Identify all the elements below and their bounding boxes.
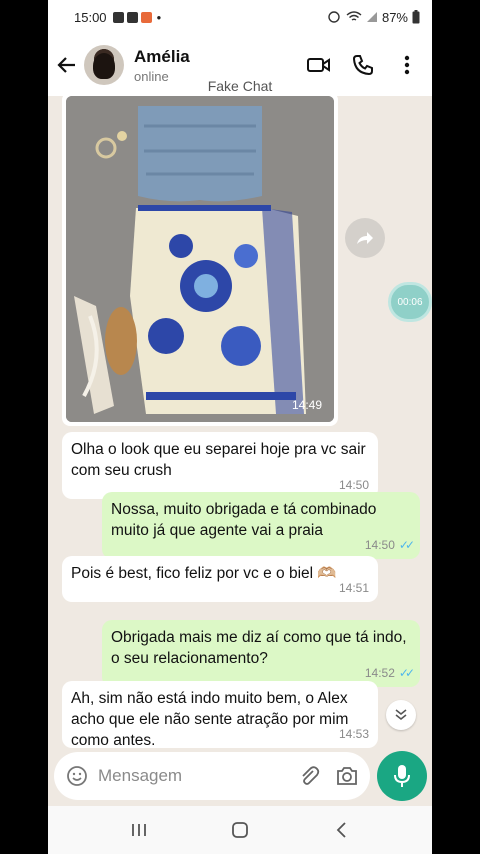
fake-chat-watermark: Fake Chat: [207, 78, 273, 94]
camera-icon: [337, 767, 357, 785]
outfit-photo[interactable]: 14:49: [66, 96, 334, 422]
double-chevron-down-icon: [395, 709, 407, 721]
message-bubble-outgoing[interactable]: Nossa, muito obrigada e tá combinado mui…: [102, 492, 420, 559]
message-bubble-outgoing[interactable]: Obrigada mais me diz aí como que tá indo…: [102, 620, 420, 687]
system-navigation-bar: [48, 806, 432, 854]
camera-button[interactable]: [334, 763, 360, 789]
more-vertical-icon: [404, 55, 410, 75]
wifi-icon: [346, 11, 362, 21]
battery-percent: 87%: [381, 9, 408, 25]
contact-name: Amélia: [134, 46, 190, 66]
message-text: Olha o look que eu separei hoje pra vc s…: [71, 441, 366, 479]
alarm-icon: [328, 11, 340, 23]
emoji-icon: [67, 766, 87, 786]
chevron-left-icon: [337, 822, 346, 838]
facebook-icon: [112, 11, 124, 23]
image-timestamp: 14:49: [291, 398, 322, 412]
read-receipt-icon: ✓✓: [398, 538, 415, 552]
recording-timer-badge: 00:06: [388, 282, 432, 322]
home-button[interactable]: [220, 810, 260, 850]
forward-button[interactable]: [345, 218, 385, 258]
outfit-illustration: [66, 96, 334, 422]
voice-message-button[interactable]: [377, 751, 427, 801]
message-time: 14:53: [338, 727, 369, 741]
scroll-to-bottom-button[interactable]: [386, 700, 416, 730]
message-input[interactable]: [98, 766, 288, 786]
message-text: Pois é best, fico feliz por vc e o biel …: [71, 565, 337, 582]
image-message[interactable]: 14:49: [62, 92, 338, 426]
message-text: Nossa, muito obrigada e tá combinado mui…: [111, 501, 377, 539]
video-call-button[interactable]: [304, 50, 334, 80]
recent-apps-icon: [131, 824, 146, 836]
video-camera-icon: [307, 58, 330, 72]
message-composer: [54, 752, 370, 800]
read-receipt-icon: ✓✓: [398, 666, 415, 680]
message-bubble-incoming[interactable]: Pois é best, fico feliz por vc e o biel …: [62, 556, 378, 602]
more-notifications-icon: ●: [156, 12, 162, 22]
message-text: Ah, sim não está indo muito bem, o Alex …: [71, 690, 349, 748]
arrow-left-icon: [57, 57, 75, 73]
recent-apps-button[interactable]: [119, 810, 159, 850]
message-text: Obrigada mais me diz aí como que tá indo…: [111, 629, 407, 667]
signal-icon: [366, 12, 377, 22]
message-bubble-incoming[interactable]: Olha o look que eu separei hoje pra vc s…: [62, 432, 378, 499]
paperclip-icon: [302, 766, 320, 785]
forward-icon: [357, 232, 373, 244]
more-options-button[interactable]: [392, 50, 422, 80]
app-notification-icon: [140, 11, 152, 23]
home-icon: [232, 822, 248, 838]
voice-call-button[interactable]: [348, 50, 378, 80]
phone-icon: [352, 55, 373, 76]
status-bar: 15:00 ● 87%: [48, 0, 432, 34]
message-time: 14:50: [364, 538, 395, 552]
gallery-icon: [126, 11, 138, 23]
battery-icon: [412, 10, 420, 24]
system-back-button[interactable]: [321, 810, 361, 850]
phone-screen: 15:00 ● 87% Amélia online 14:49 Fake Cha…: [48, 0, 432, 854]
microphone-icon: [394, 765, 410, 787]
attach-button[interactable]: [296, 763, 322, 789]
status-time: 15:00: [74, 9, 107, 25]
emoji-button[interactable]: [64, 763, 90, 789]
message-time: 14:51: [338, 581, 369, 595]
message-bubble-incoming[interactable]: Ah, sim não está indo muito bem, o Alex …: [62, 681, 378, 748]
